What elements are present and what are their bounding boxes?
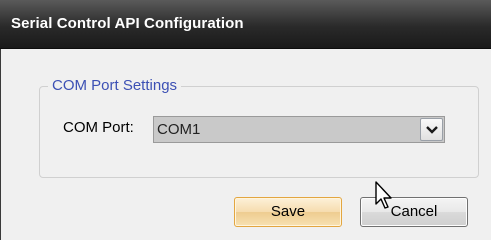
dropdown-button[interactable]: [420, 118, 443, 141]
title-bar[interactable]: Serial Control API Configuration: [0, 0, 491, 49]
com-port-select[interactable]: COM1: [153, 116, 445, 143]
mouse-pointer-icon: [375, 181, 392, 209]
com-port-value: COM1: [157, 121, 201, 138]
group-legend: COM Port Settings: [48, 77, 182, 94]
window-title: Serial Control API Configuration: [11, 15, 244, 32]
configuration-dialog: Serial Control API Configuration COM Por…: [0, 0, 491, 240]
dialog-body: COM Port Settings COM Port: COM1 Save Ca…: [0, 49, 491, 240]
chevron-down-icon: [426, 126, 438, 134]
save-button[interactable]: Save: [234, 197, 342, 227]
com-port-label: COM Port:: [63, 119, 134, 136]
